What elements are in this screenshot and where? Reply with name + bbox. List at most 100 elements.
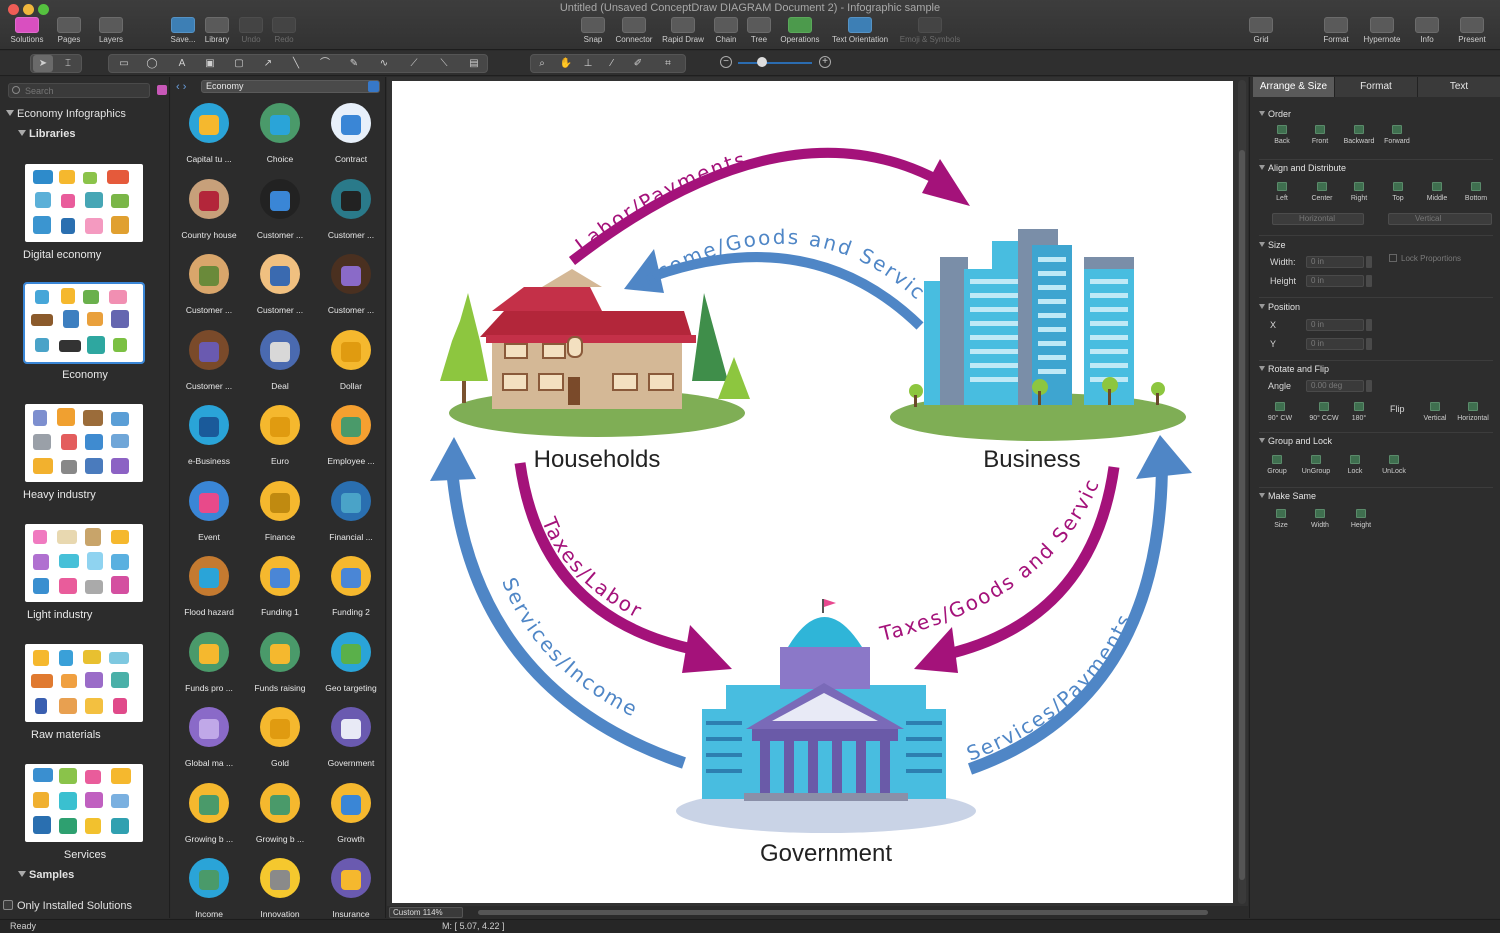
palette-item[interactable]: Financial ... (316, 477, 386, 542)
textbox-tool-icon[interactable]: ▣ (200, 55, 220, 72)
palette-item[interactable]: Capital tu ... (174, 99, 244, 164)
align-center-button[interactable]: Center (1302, 182, 1342, 202)
make-same-height-button[interactable]: Height (1341, 509, 1381, 529)
library-thumb-light-industry[interactable] (25, 524, 143, 602)
palette-item[interactable]: Funding 1 (245, 552, 315, 617)
section-rotate-flip[interactable]: Rotate and Flip (1259, 364, 1329, 374)
palette-item[interactable]: Choice (245, 99, 315, 164)
zoom-level-select[interactable]: Custom 114% (389, 907, 463, 918)
straight-line-tool-icon[interactable]: ╲ (286, 55, 306, 72)
library-select[interactable]: Economy (201, 80, 380, 93)
section-position[interactable]: Position (1259, 302, 1300, 312)
palette-item[interactable]: Customer ... (174, 250, 244, 315)
y-stepper[interactable] (1366, 338, 1372, 350)
distribute-vertical-select[interactable]: Vertical (1388, 213, 1492, 225)
rotate-90ccw-button[interactable]: 90° CCW (1304, 402, 1344, 422)
palette-item[interactable]: Customer ... (245, 250, 315, 315)
households-house-icon[interactable] (440, 269, 750, 437)
arrow-services-income[interactable] (430, 437, 686, 769)
palette-item[interactable]: Funding 2 (316, 552, 386, 617)
zoom-tool-icon[interactable]: ⌕ (532, 55, 552, 72)
library-thumb-heavy-industry[interactable] (25, 404, 143, 482)
pen-tool-icon[interactable]: ✎ (344, 55, 364, 72)
samples-section[interactable]: Samples (18, 869, 74, 881)
section-size[interactable]: Size (1259, 240, 1286, 250)
zoom-slider-knob[interactable] (757, 57, 767, 67)
pages-button[interactable]: Pages (52, 17, 86, 47)
unlock-button[interactable]: UnLock (1374, 455, 1414, 475)
government-building-icon[interactable] (676, 599, 976, 833)
snap-button[interactable]: Snap (578, 17, 608, 47)
tab-format[interactable]: Format (1335, 77, 1418, 97)
library-button[interactable]: Library (200, 17, 234, 47)
save-button[interactable]: Save... (166, 17, 200, 47)
curve-tool-icon[interactable]: ∿ (374, 55, 394, 72)
callout-tool-icon[interactable]: ▢ (229, 55, 249, 72)
present-button[interactable]: Present (1452, 17, 1492, 47)
width-stepper[interactable] (1366, 256, 1372, 268)
distribute-horizontal-select[interactable]: Horizontal (1272, 213, 1364, 225)
palette-item[interactable]: Customer ... (316, 175, 386, 240)
library-thumb-raw-materials[interactable] (25, 644, 143, 722)
horizontal-scrollbar[interactable] (478, 910, 1208, 915)
palette-item[interactable]: Dollar (316, 326, 386, 391)
align-bottom-button[interactable]: Bottom (1456, 182, 1496, 202)
lock-button[interactable]: Lock (1335, 455, 1375, 475)
group-button[interactable]: Group (1257, 455, 1297, 475)
align-middle-button[interactable]: Middle (1417, 182, 1457, 202)
palette-item[interactable]: Global ma ... (174, 703, 244, 768)
lock-proportions-checkbox[interactable]: Lock Proportions (1389, 254, 1461, 263)
image-tool-icon[interactable]: ▤ (464, 55, 484, 72)
x-input[interactable]: 0 in (1306, 319, 1364, 331)
solutions-button[interactable]: Solutions (6, 17, 48, 47)
palette-item[interactable]: Flood hazard (174, 552, 244, 617)
palette-item[interactable]: Growing b ... (174, 779, 244, 844)
palette-item[interactable]: Deal (245, 326, 315, 391)
pan-tool-icon[interactable]: ✋ (556, 55, 576, 72)
order-back-button[interactable]: Back (1262, 125, 1302, 145)
palette-item[interactable]: Country house (174, 175, 244, 240)
width-input[interactable]: 0 in (1306, 256, 1364, 268)
palette-item[interactable]: Customer ... (245, 175, 315, 240)
layers-button[interactable]: Layers (94, 17, 128, 47)
palette-item[interactable]: Customer ... (316, 250, 386, 315)
stamp-tool-icon[interactable]: ⊥ (578, 55, 598, 72)
palette-item[interactable]: Euro (245, 401, 315, 466)
align-right-button[interactable]: Right (1339, 182, 1379, 202)
operations-button[interactable]: Operations (776, 17, 824, 47)
library-search-input[interactable] (8, 83, 150, 98)
bezier-tool-icon[interactable]: ⟍ (434, 55, 454, 72)
arc-tool-icon[interactable]: ⌒ (315, 55, 335, 72)
make-same-size-button[interactable]: Size (1261, 509, 1301, 529)
palette-item[interactable]: Innovation (245, 854, 315, 919)
ellipse-tool-icon[interactable]: ◯ (142, 55, 162, 72)
eyedropper-tool-icon[interactable]: ⁄ (602, 55, 622, 72)
palette-item[interactable]: Funds pro ... (174, 628, 244, 693)
hypernote-button[interactable]: Hypernote (1358, 17, 1406, 47)
zoom-out-icon[interactable]: − (720, 56, 732, 68)
text-tool-icon[interactable]: A (172, 55, 192, 72)
angle-stepper[interactable] (1366, 380, 1372, 392)
align-left-button[interactable]: Left (1262, 182, 1302, 202)
palette-item[interactable]: Employee ... (316, 401, 386, 466)
palette-item[interactable]: Geo targeting (316, 628, 386, 693)
palette-item[interactable]: Funds raising (245, 628, 315, 693)
zoom-slider[interactable] (738, 62, 812, 64)
select-tool-icon[interactable]: ➤ (33, 55, 53, 72)
library-thumb-economy[interactable] (23, 282, 145, 364)
palette-item[interactable]: Insurance (316, 854, 386, 919)
palette-item[interactable]: Government (316, 703, 386, 768)
palette-item[interactable]: Income (174, 854, 244, 919)
palette-item[interactable]: e-Business (174, 401, 244, 466)
line-tool-icon[interactable]: ↗ (258, 55, 278, 72)
chain-button[interactable]: Chain (711, 17, 741, 47)
order-forward-button[interactable]: Forward (1377, 125, 1417, 145)
flip-vertical-button[interactable]: Vertical (1415, 402, 1455, 422)
zoom-in-icon[interactable]: + (819, 56, 831, 68)
business-buildings-icon[interactable] (890, 229, 1186, 441)
palette-item[interactable]: Contract (316, 99, 386, 164)
x-stepper[interactable] (1366, 319, 1372, 331)
palette-item[interactable]: Finance (245, 477, 315, 542)
rotate-180-button[interactable]: 180° (1339, 402, 1379, 422)
crop-tool-icon[interactable]: ⌗ (658, 55, 678, 72)
